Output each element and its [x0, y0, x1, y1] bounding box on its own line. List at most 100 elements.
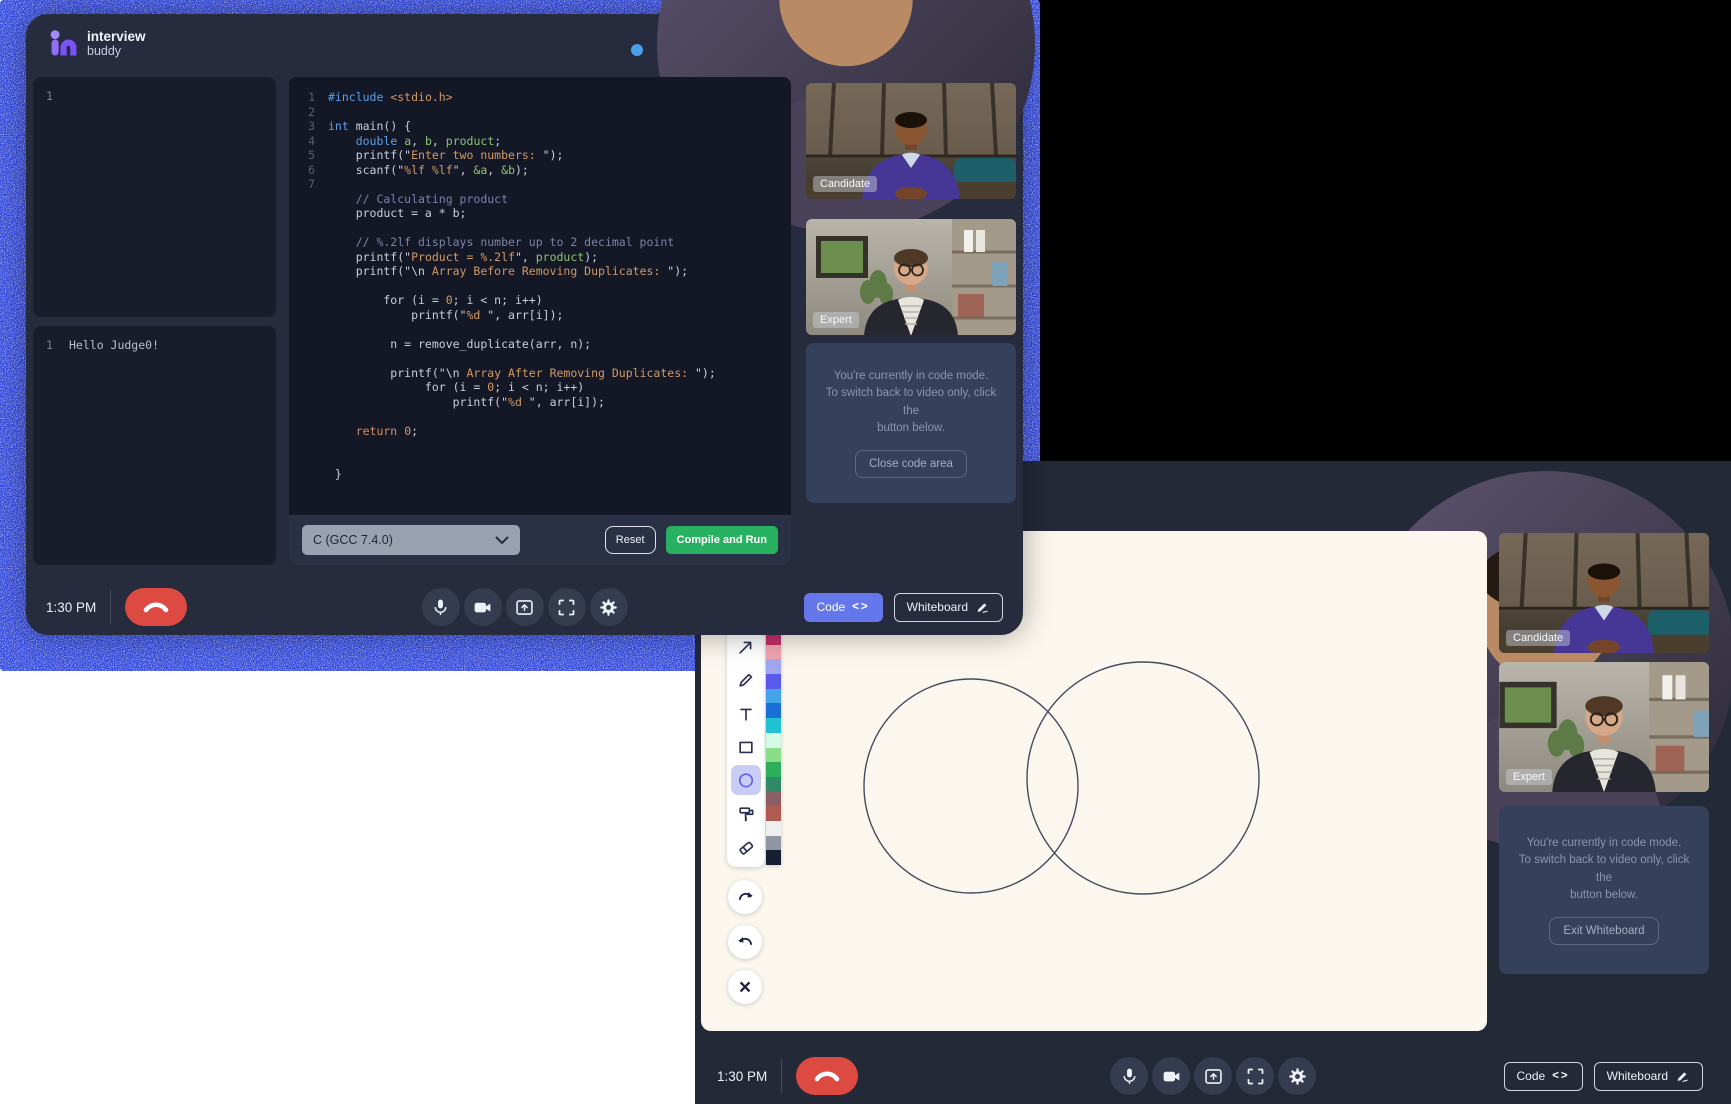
brand-text: interview buddy: [87, 30, 146, 57]
camera-icon: [1161, 1066, 1182, 1087]
video-candidate: Candidate: [1499, 533, 1709, 653]
scratch-editor-panel[interactable]: 1: [33, 77, 276, 317]
call-controls: [422, 588, 628, 626]
color-swatch[interactable]: [766, 718, 781, 733]
roller-tool[interactable]: [731, 799, 761, 829]
mode-panel: You're currently in code mode. To switch…: [806, 343, 1016, 503]
chevron-down-icon: [495, 536, 509, 544]
interviewbuddy-logo-icon: [48, 28, 80, 60]
divider: [781, 1059, 782, 1093]
arrow-icon: [736, 637, 756, 657]
video-label: Candidate: [813, 176, 877, 192]
hangup-button[interactable]: [125, 588, 187, 626]
call-time: 1:30 PM: [717, 1069, 767, 1084]
close-code-area-button[interactable]: Close code area: [855, 450, 967, 478]
color-swatch[interactable]: [766, 659, 781, 674]
code-line: product = a * b;: [289, 206, 783, 221]
code-mode-button[interactable]: Code<>: [804, 593, 883, 622]
scribble-pen-icon: [975, 600, 990, 615]
color-swatch[interactable]: [766, 733, 781, 748]
code-line: printf("%d ", arr[i]);: [289, 395, 783, 410]
scribble-pen-icon: [1675, 1069, 1690, 1084]
circle-icon: [736, 770, 756, 790]
mic-icon: [430, 597, 451, 618]
color-swatch[interactable]: [766, 645, 781, 660]
camera-button[interactable]: [464, 588, 502, 626]
color-swatch[interactable]: [766, 806, 781, 821]
text-tool[interactable]: [731, 699, 761, 729]
video-candidate: Candidate: [806, 83, 1016, 199]
code-line: 3int main() {: [289, 119, 783, 134]
undo-button[interactable]: [728, 925, 762, 959]
eraser-tool[interactable]: [731, 832, 761, 862]
code-icon: <>: [1552, 1070, 1569, 1082]
call-bar-left: 1:30 PM: [46, 588, 187, 626]
exit-whiteboard-button[interactable]: Exit Whiteboard: [1549, 917, 1658, 945]
phone-down-icon: [143, 600, 169, 614]
side-column: Candidate Expert You're currently in cod…: [1499, 533, 1709, 974]
color-swatch[interactable]: [766, 689, 781, 704]
code-line: printf("%d ", arr[i]);: [289, 308, 783, 323]
pencil-tool[interactable]: [731, 665, 761, 695]
mic-button[interactable]: [1110, 1057, 1148, 1095]
compile-run-button[interactable]: Compile and Run: [666, 526, 778, 554]
color-swatch[interactable]: [766, 674, 781, 689]
present-icon: [514, 597, 535, 618]
present-button[interactable]: [506, 588, 544, 626]
code-line: [289, 279, 783, 294]
arrow-tool[interactable]: [731, 632, 761, 662]
gear-icon: [1287, 1066, 1308, 1087]
color-swatch[interactable]: [766, 792, 781, 807]
rectangle-tool[interactable]: [731, 732, 761, 762]
code-line: for (i = 0; i < n; i++): [289, 380, 783, 395]
video-label: Expert: [1506, 769, 1552, 785]
fullscreen-icon: [556, 597, 577, 618]
code-icon: <>: [852, 601, 869, 613]
mode-panel: You're currently in code mode. To switch…: [1499, 806, 1709, 974]
circle-tool[interactable]: [731, 765, 761, 795]
roller-icon: [736, 804, 756, 824]
whiteboard-mode-button[interactable]: Whiteboard: [894, 593, 1003, 622]
whiteboard-mode-button[interactable]: Whiteboard: [1594, 1062, 1703, 1091]
code-line: 7: [289, 177, 783, 192]
close-icon: ×: [739, 977, 751, 998]
hangup-button[interactable]: [796, 1057, 858, 1095]
divider: [110, 590, 111, 624]
text-icon: [736, 704, 756, 724]
color-swatch[interactable]: [766, 703, 781, 718]
code-mode-button[interactable]: Code<>: [1504, 1062, 1583, 1091]
code-line: for (i = 0; i < n; i++): [289, 293, 783, 308]
settings-button[interactable]: [590, 588, 628, 626]
code-line: // Calculating product: [289, 192, 783, 207]
reset-button[interactable]: Reset: [605, 526, 656, 554]
whiteboard-toolbar: [727, 627, 765, 867]
present-button[interactable]: [1194, 1057, 1232, 1095]
settings-button[interactable]: [1278, 1057, 1316, 1095]
video-expert: Expert: [806, 219, 1016, 335]
fullscreen-button[interactable]: [1236, 1057, 1274, 1095]
code-editor: 1#include <stdio.h>23int main() {4 doubl…: [289, 77, 791, 565]
eraser-icon: [736, 837, 756, 857]
code-area[interactable]: 1#include <stdio.h>23int main() {4 doubl…: [289, 77, 791, 515]
call-bar: 1:30 PM: [26, 588, 1023, 626]
side-column: Candidate Expert You're currently in cod…: [806, 77, 1016, 565]
color-swatch[interactable]: [766, 821, 781, 836]
fullscreen-icon: [1245, 1066, 1266, 1087]
color-swatch[interactable]: [766, 836, 781, 851]
left-column: 1 1Hello Judge0!: [33, 77, 276, 565]
language-select[interactable]: C (GCC 7.4.0): [302, 525, 520, 555]
close-whiteboard-button[interactable]: ×: [728, 970, 762, 1004]
color-swatch[interactable]: [766, 850, 781, 865]
redo-button[interactable]: [728, 880, 762, 914]
color-swatch[interactable]: [766, 777, 781, 792]
color-swatch[interactable]: [766, 748, 781, 763]
mic-button[interactable]: [422, 588, 460, 626]
code-line: [289, 453, 783, 468]
color-swatch[interactable]: [766, 762, 781, 777]
output-panel[interactable]: 1Hello Judge0!: [33, 326, 276, 566]
camera-button[interactable]: [1152, 1057, 1190, 1095]
fullscreen-button[interactable]: [548, 588, 586, 626]
drawn-circle: [1027, 662, 1259, 894]
code-line: [289, 322, 783, 337]
color-palette: [766, 630, 781, 865]
